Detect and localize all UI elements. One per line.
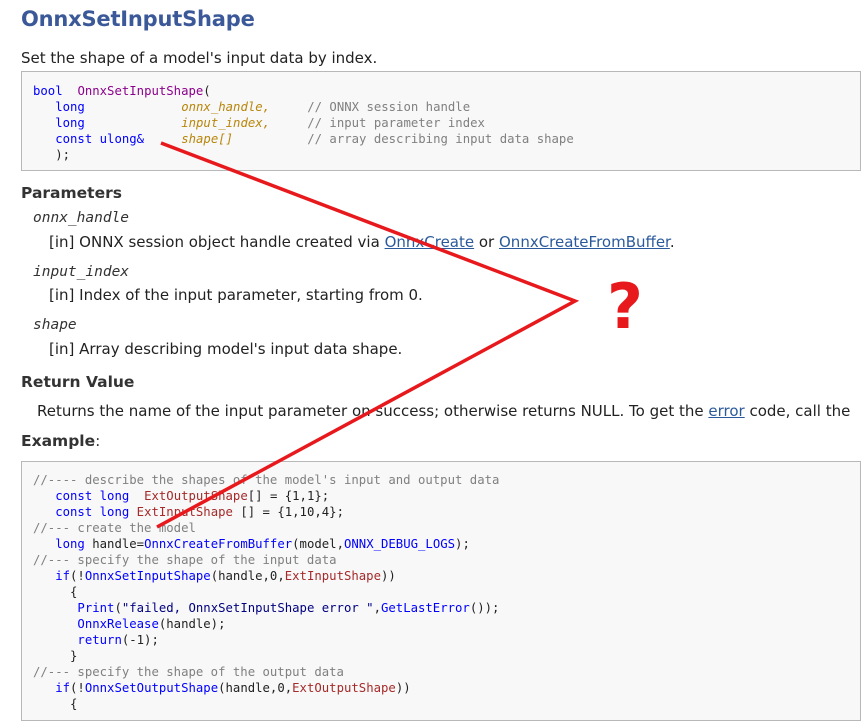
code-text: )) — [381, 569, 396, 583]
param-comment: // input parameter index — [307, 116, 485, 130]
param-shape-name: shape — [33, 317, 77, 333]
param-name: input_index, — [181, 116, 271, 130]
code-identifier: ExtOutputShape — [292, 681, 396, 695]
example-heading: Example: — [21, 432, 100, 450]
code-comment: //--- specify the shape of the output da… — [33, 665, 344, 679]
param-onnx-handle-name: onnx_handle — [33, 210, 130, 226]
close-paren: ); — [55, 148, 71, 162]
question-mark-annotation: ? — [607, 270, 643, 343]
param-type: long — [55, 100, 85, 114]
code-line: OnnxRelease(handle); — [33, 616, 860, 632]
code-text: (handle); — [158, 617, 226, 631]
code-text: ); — [455, 537, 470, 551]
param-direction-tag: [in] — [49, 286, 75, 304]
code-keyword: const long — [55, 489, 130, 503]
code-line: long handle=OnnxCreateFromBuffer(model,O… — [33, 536, 860, 552]
code-text: [] = {1,1}; — [247, 489, 330, 503]
code-line: const long ExtInputShape [] = {1,10,4}; — [33, 504, 860, 520]
param-shape-desc: [in] Array describing model's input data… — [49, 340, 402, 358]
param-name: shape[] — [181, 132, 234, 146]
code-comment: //--- specify the shape of the input dat… — [33, 553, 337, 567]
prototype-code-block: bool OnnxSetInputShape( long onnx_handle,… — [21, 71, 861, 171]
code-function: OnnxRelease — [77, 617, 159, 631]
code-line: Print("failed, OnnxSetInputShape error "… — [33, 600, 860, 616]
param-desc-text: Array describing model's input data shap… — [79, 340, 403, 358]
code-line: return(-1); — [33, 632, 860, 648]
code-function: OnnxCreateFromBuffer — [144, 537, 293, 551]
return-value-text: Returns the name of the input parameter … — [37, 402, 850, 420]
code-text: )) — [395, 681, 411, 695]
parameters-heading: Parameters — [21, 184, 122, 202]
code-identifier: ExtInputShape — [284, 569, 381, 583]
param-desc-text: ONNX session object handle created via — [79, 233, 385, 251]
return-text: code, call the — [744, 402, 851, 420]
code-text: (model, — [292, 537, 344, 551]
code-text: (! — [70, 569, 85, 583]
code-text: ()); — [469, 601, 500, 615]
code-keyword: return — [77, 633, 122, 647]
return-type: bool — [33, 84, 63, 98]
param-direction-tag: [in] — [49, 340, 75, 358]
param-desc-text: . — [669, 233, 675, 251]
param-direction-tag: [in] — [49, 233, 75, 251]
function-summary: Set the shape of a model's input data by… — [21, 49, 378, 67]
code-text: (! — [70, 681, 85, 695]
code-constant: ONNX_DEBUG_LOGS — [343, 537, 456, 551]
code-function: OnnxSetOutputShape — [84, 681, 219, 695]
code-string: "failed, OnnxSetInputShape error " — [121, 601, 374, 615]
code-function: GetLastError — [380, 601, 470, 615]
code-text: [] = {1,10,4}; — [232, 505, 344, 519]
code-text: { — [70, 585, 78, 599]
code-line: { — [33, 696, 860, 712]
code-text: (handle,0, — [218, 681, 293, 695]
param-comment: // array describing input data shape — [307, 132, 574, 146]
code-keyword: long — [55, 537, 85, 551]
code-function: OnnxSetInputShape — [84, 569, 211, 583]
code-line: { — [33, 584, 860, 600]
code-text: , — [373, 601, 381, 615]
example-heading-text: Example — [21, 432, 96, 450]
return-value-heading: Return Value — [21, 373, 135, 391]
page-title: OnnxSetInputShape — [21, 7, 255, 31]
code-line: if(!OnnxSetOutputShape(handle,0,ExtOutpu… — [33, 680, 860, 696]
onnxcreate-link[interactable]: OnnxCreate — [385, 233, 475, 251]
code-text: { — [70, 697, 78, 711]
code-comment: //---- describe the shapes of the model'… — [33, 473, 500, 487]
code-line: } — [33, 648, 860, 664]
code-function: Print — [77, 601, 115, 615]
code-identifier: ExtInputShape — [136, 505, 233, 519]
code-keyword: if — [55, 681, 71, 695]
function-name: OnnxSetInputShape — [77, 84, 204, 98]
code-comment: //--- create the model — [33, 521, 196, 535]
code-text: handle= — [84, 537, 145, 551]
example-colon: : — [95, 432, 101, 450]
param-desc-text: Index of the input parameter, starting f… — [79, 286, 423, 304]
error-link[interactable]: error — [708, 402, 744, 420]
code-identifier: ExtOutputShape — [144, 489, 248, 503]
open-paren: ( — [203, 84, 211, 98]
onnxcreatefrombuffer-link[interactable]: OnnxCreateFromBuffer — [499, 233, 670, 251]
code-text: (handle,0, — [210, 569, 285, 583]
param-desc-text: or — [474, 233, 499, 251]
code-text: (-1); — [121, 633, 159, 647]
code-line: if(!OnnxSetInputShape(handle,0,ExtInputS… — [33, 568, 860, 584]
param-name: onnx_handle, — [181, 100, 271, 114]
param-type: long — [55, 116, 85, 130]
code-keyword: if — [55, 569, 71, 583]
code-line: const long ExtOutputShape[] = {1,1}; — [33, 488, 860, 504]
param-input-index-name: input_index — [33, 264, 130, 280]
code-keyword: const long — [55, 505, 130, 519]
example-code-block: //---- describe the shapes of the model'… — [21, 461, 861, 721]
code-text: } — [70, 649, 78, 663]
param-type: const ulong& — [55, 132, 145, 146]
param-onnx-handle-desc: [in] ONNX session object handle created … — [49, 233, 675, 251]
code-text: ( — [114, 601, 122, 615]
param-comment: // ONNX session handle — [307, 100, 471, 114]
return-text: Returns the name of the input parameter … — [37, 402, 709, 420]
param-input-index-desc: [in] Index of the input parameter, start… — [49, 286, 423, 304]
